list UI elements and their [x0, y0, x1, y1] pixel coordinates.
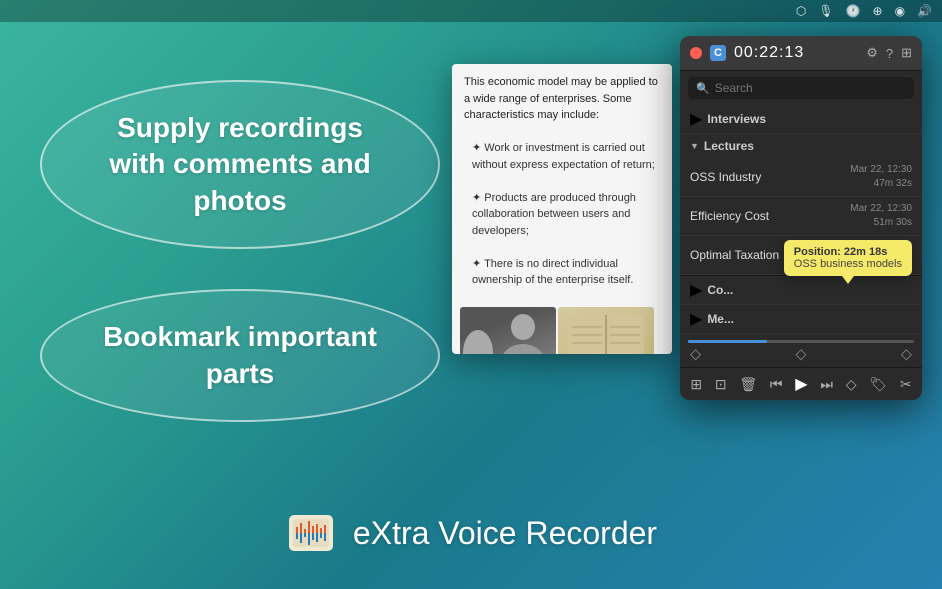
item-meta-0: Mar 22, 12:30 47m 32s: [850, 163, 912, 191]
item-date-0: Mar 22, 12:30: [850, 163, 912, 177]
left-content: Supply recordings with comments and phot…: [40, 80, 440, 462]
lectures-header[interactable]: ▼ Lectures: [680, 134, 922, 158]
item-name-0: OSS Industry: [690, 170, 761, 184]
add-btn[interactable]: ⊞: [690, 376, 702, 393]
collapsed-group-me[interactable]: ▶ Me...: [680, 305, 922, 334]
item-date-1: Mar 22, 12:30: [850, 202, 912, 216]
recorder-titlebar: C 00:22:13 ⚙ ? ⊞: [680, 36, 922, 71]
co-label: Co...: [707, 283, 733, 297]
microphone-icon: 🎙: [818, 4, 833, 18]
search-input[interactable]: [715, 81, 906, 95]
doc-bullet2: ✦ Products are produced through collabor…: [464, 190, 660, 240]
interviews-label: Interviews: [707, 112, 766, 126]
item-duration-0: 47m 32s: [850, 177, 912, 191]
control-bar: ⊞ ⊡ 🗑 ⏮ ▶ ⏭ ◇ 🏷 ✂: [680, 367, 922, 400]
doc-images: [452, 307, 672, 355]
scissors-btn[interactable]: ✂: [900, 376, 912, 393]
oval-bookmark-text: Bookmark important parts: [103, 321, 377, 388]
marker-start: ⬦: [690, 347, 701, 363]
marker-mid: ⬦: [795, 347, 806, 363]
tag-btn[interactable]: 🏷: [869, 376, 887, 393]
document-panel: This economic model may be applied to a …: [452, 64, 672, 354]
interviews-group[interactable]: ▶ Interviews: [680, 105, 922, 134]
forward-btn[interactable]: ⏭: [820, 376, 833, 393]
tooltip-bubble: Position: 22m 18s OSS business models: [784, 240, 912, 276]
item-name-1: Efficiency Cost: [690, 209, 769, 223]
recorder-panel: C 00:22:13 ⚙ ? ⊞ 🔍 ▶ Interviews ▼ Lectur…: [680, 36, 922, 400]
progress-fill: [688, 340, 767, 343]
me-label: Me...: [707, 312, 734, 326]
doc-text-content: This economic model may be applied to a …: [452, 64, 672, 299]
help-icon[interactable]: ?: [886, 46, 893, 61]
doc-bullet1: ✦ Work or investment is carried out with…: [464, 140, 660, 173]
item-meta-1: Mar 22, 12:30 51m 30s: [850, 202, 912, 230]
app-icon: [285, 507, 337, 559]
system-menubar: ⬡ 🎙 🕐 ⊕ ◉ 🔊: [0, 0, 942, 22]
item-name-2: Optimal Taxation: [690, 248, 779, 262]
progress-markers: ⬦ ⬦ ⬦: [688, 347, 914, 363]
search-bar[interactable]: 🔍: [688, 77, 914, 99]
play-btn[interactable]: ▶: [795, 374, 807, 394]
wifi-icon: ◉: [895, 4, 905, 18]
doc-image-book: [558, 307, 654, 355]
item-duration-1: 51m 30s: [850, 216, 912, 230]
marker-end: ⬦: [901, 347, 912, 363]
interviews-arrow: ▶: [690, 109, 702, 129]
progress-track[interactable]: [688, 340, 914, 343]
me-arrow: ▶: [690, 309, 702, 329]
oval-supply-text: Supply recordings with comments and phot…: [109, 112, 370, 216]
c-badge: C: [710, 45, 726, 61]
lectures-label: Lectures: [704, 139, 754, 153]
doc-intro: This economic model may be applied to a …: [464, 76, 658, 121]
recorder-list: ▶ Interviews ▼ Lectures OSS Industry Mar…: [680, 105, 922, 334]
search-icon: 🔍: [696, 82, 710, 95]
oval-bookmark: Bookmark important parts: [40, 289, 440, 422]
branding: eXtra Voice Recorder: [0, 507, 942, 559]
app-name: eXtra Voice Recorder: [353, 515, 657, 552]
airplay-icon: ⊕: [873, 4, 883, 18]
timer-display: 00:22:13: [734, 44, 858, 62]
tooltip-label: OSS business models: [794, 258, 902, 270]
doc-image-person: [460, 307, 556, 355]
lectures-arrow: ▼: [690, 141, 699, 151]
doc-bullet3: ✦ There is no direct individual ownershi…: [464, 256, 660, 289]
list-item[interactable]: Efficiency Cost Mar 22, 12:30 51m 30s: [680, 197, 922, 236]
volume-icon: 🔊: [917, 4, 932, 18]
dropbox-icon: ⬡: [796, 4, 806, 18]
settings-icon[interactable]: ⚙: [866, 45, 878, 61]
expand-icon[interactable]: ⊞: [901, 45, 912, 61]
list-item[interactable]: OSS Industry Mar 22, 12:30 47m 32s: [680, 158, 922, 197]
co-arrow: ▶: [690, 280, 702, 300]
folder-btn[interactable]: ⊡: [715, 376, 727, 393]
titlebar-icons: ⚙ ? ⊞: [866, 45, 912, 61]
progress-area: ⬦ ⬦ ⬦: [680, 334, 922, 367]
collapsed-group-co[interactable]: ▶ Co...: [680, 276, 922, 305]
oval-supply: Supply recordings with comments and phot…: [40, 80, 440, 249]
delete-btn[interactable]: 🗑: [739, 376, 757, 393]
time-machine-icon: 🕐: [846, 4, 861, 18]
rewind-btn[interactable]: ⏮: [770, 376, 783, 393]
close-button[interactable]: [690, 47, 702, 59]
tooltip-position: Position: 22m 18s: [794, 246, 902, 258]
bookmark-btn[interactable]: ◇: [846, 376, 857, 393]
